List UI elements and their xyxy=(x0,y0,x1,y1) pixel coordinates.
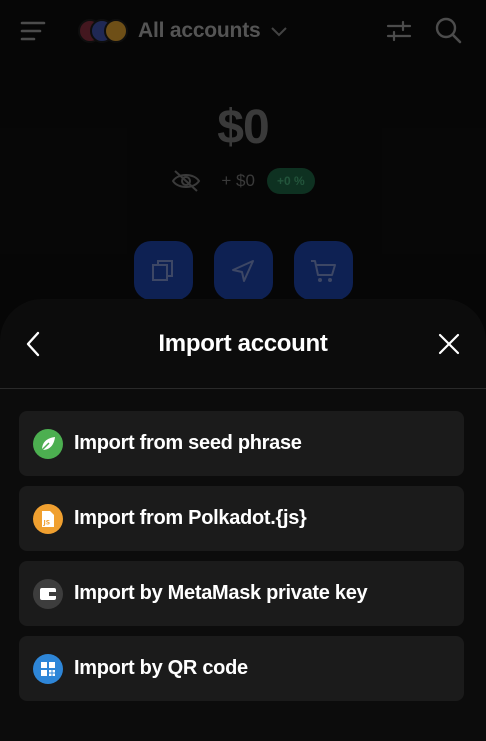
close-icon xyxy=(438,333,460,355)
qr-code-icon xyxy=(33,653,63,684)
import-qr-code-option[interactable]: Import by QR code xyxy=(19,636,464,701)
js-file-icon: JS xyxy=(33,503,63,534)
import-account-sheet: Import account Import from seed phrase J… xyxy=(0,299,486,741)
close-button[interactable] xyxy=(434,329,464,359)
sheet-title: Import account xyxy=(158,330,328,357)
wallet-icon xyxy=(33,578,63,609)
import-polkadot-js-option[interactable]: JS Import from Polkadot.{js} xyxy=(19,486,464,551)
option-label: Import by MetaMask private key xyxy=(74,582,368,604)
option-label: Import from Polkadot.{js} xyxy=(74,507,307,529)
import-options-list: Import from seed phrase JS Import from P… xyxy=(19,411,464,711)
sheet-header: Import account xyxy=(0,299,486,389)
leaf-icon xyxy=(33,428,63,459)
import-metamask-key-option[interactable]: Import by MetaMask private key xyxy=(19,561,464,626)
svg-text:JS: JS xyxy=(43,519,51,526)
import-seed-phrase-option[interactable]: Import from seed phrase xyxy=(19,411,464,476)
option-label: Import by QR code xyxy=(74,657,248,679)
option-label: Import from seed phrase xyxy=(74,432,302,454)
